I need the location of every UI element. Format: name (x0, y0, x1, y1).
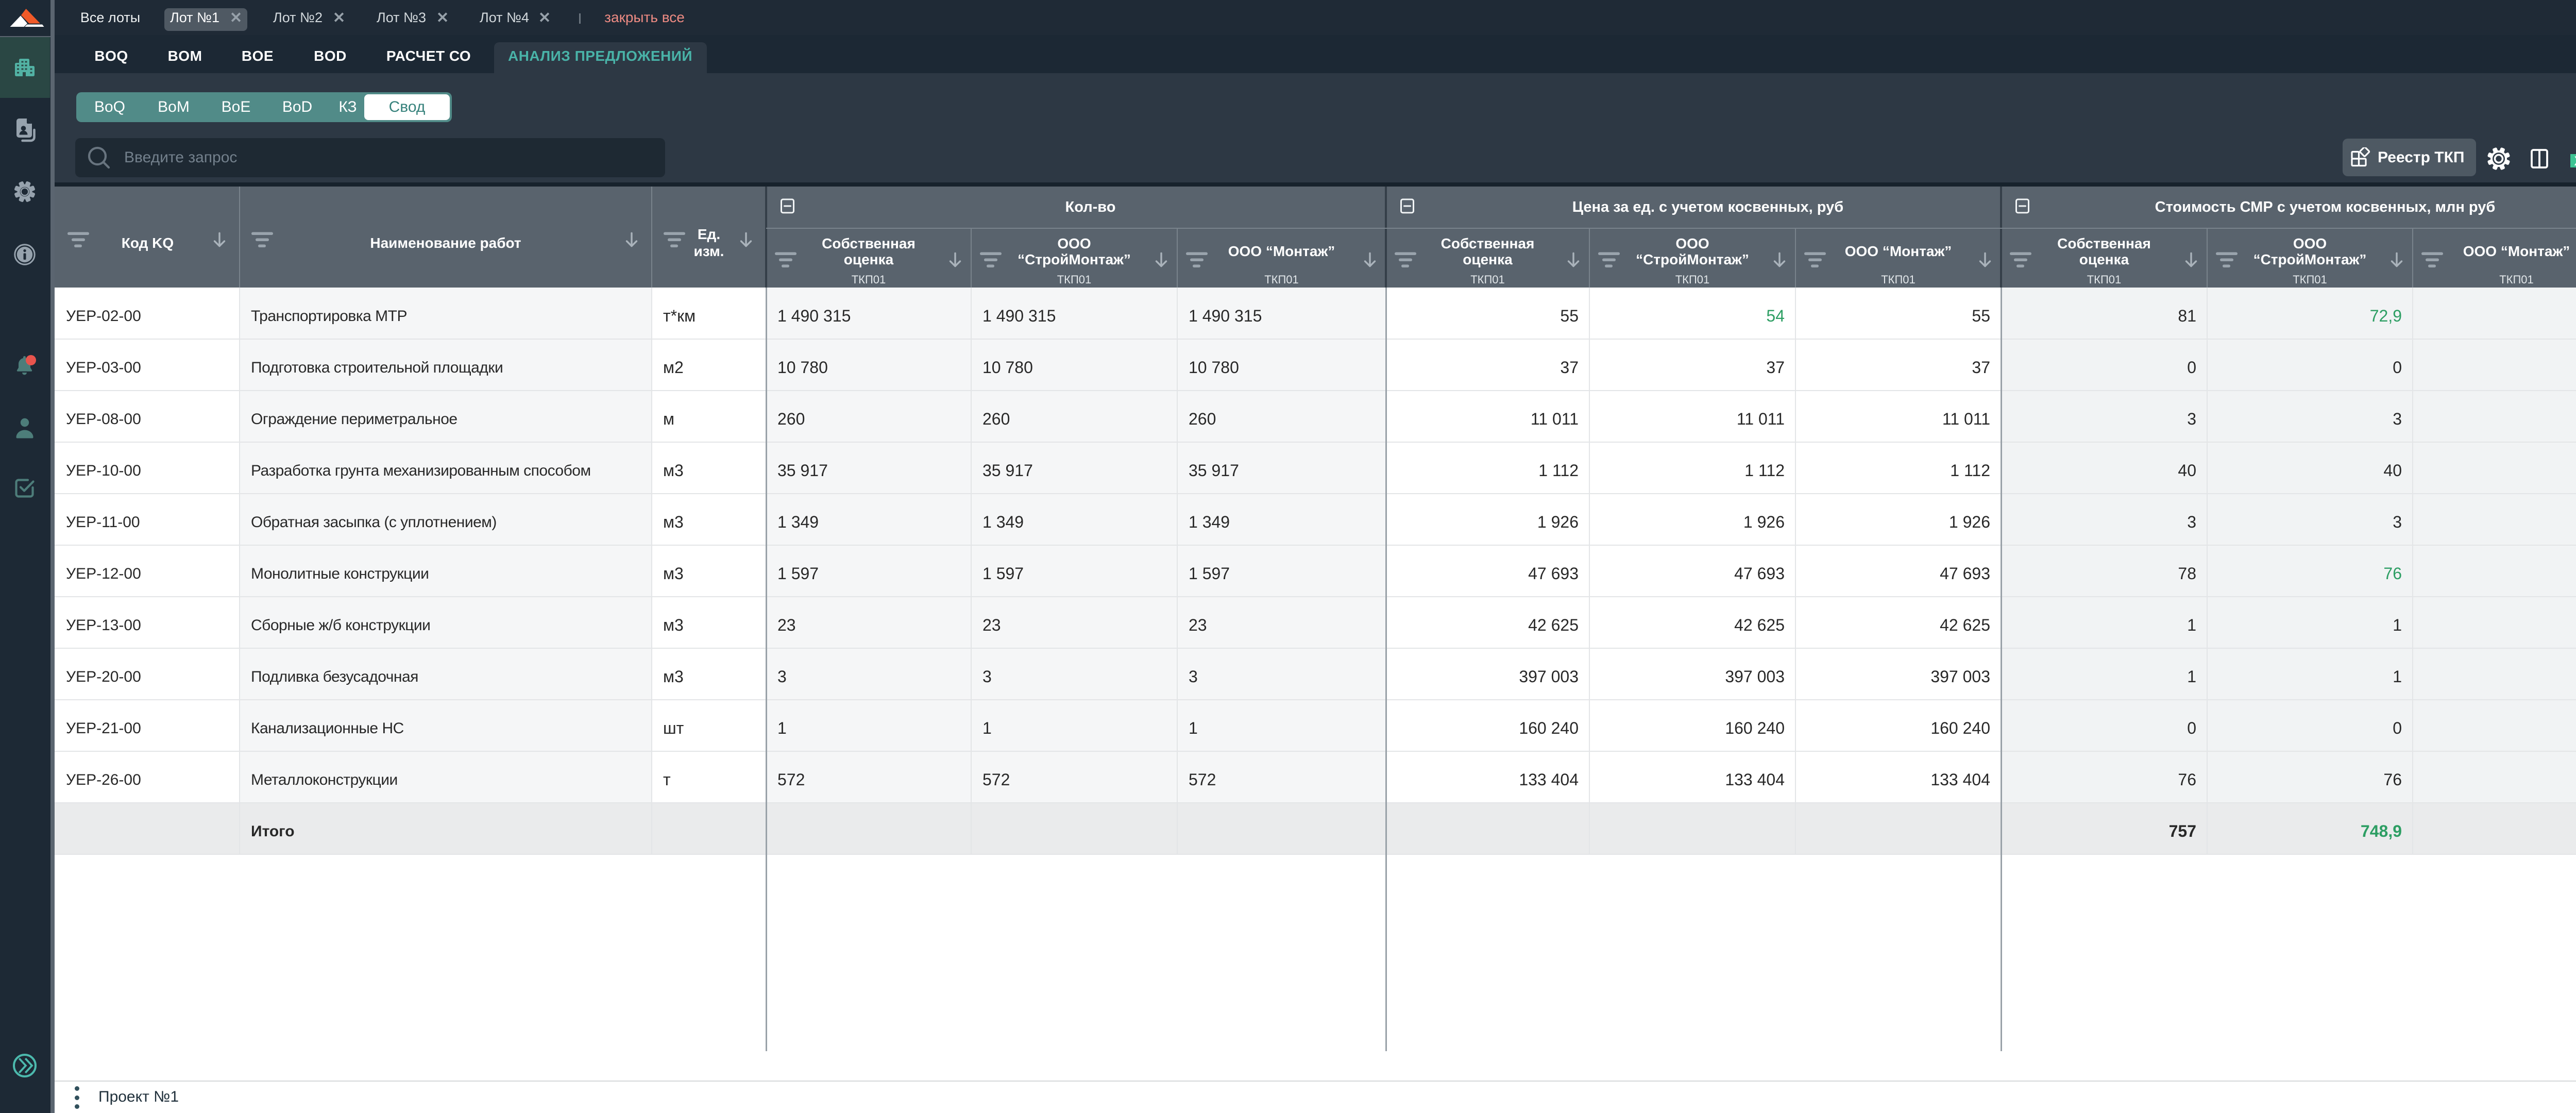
svg-text:X: X (2574, 154, 2576, 168)
